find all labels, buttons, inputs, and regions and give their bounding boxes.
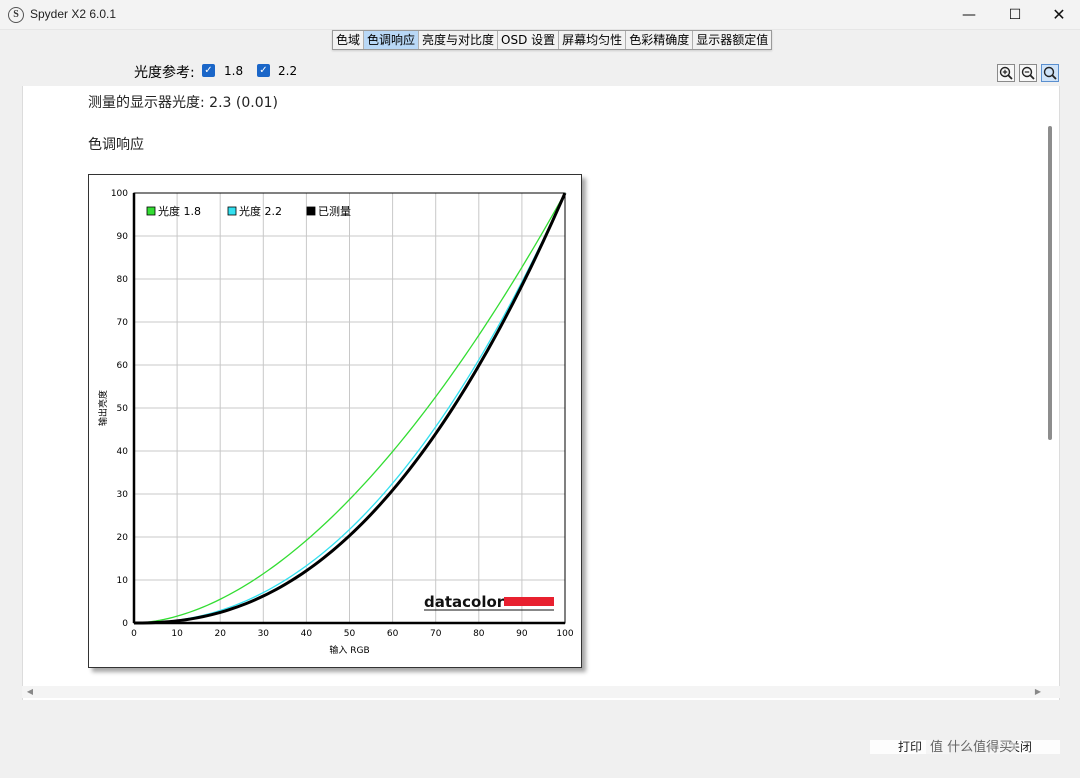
x-tick-label: 90	[516, 629, 528, 639]
zoom-in-icon	[999, 66, 1013, 80]
gamma-2-2-label: 2.2	[278, 64, 298, 78]
legend-label: 光度 2.2	[239, 204, 282, 218]
datacolor-logo: datacolor	[424, 593, 505, 611]
y-tick-label: 40	[117, 447, 129, 457]
zoom-out-icon	[1021, 66, 1035, 80]
y-tick-label: 0	[122, 619, 128, 629]
x-tick-label: 10	[171, 629, 183, 639]
tab-color-accuracy[interactable]: 色彩精确度	[626, 31, 694, 49]
y-tick-label: 60	[117, 361, 129, 371]
section-title: 色调响应	[88, 137, 144, 153]
x-tick-label: 50	[344, 629, 356, 639]
y-tick-label: 10	[117, 576, 129, 586]
watermark-text: 值 什么值得买	[926, 736, 1017, 755]
y-tick-label: 80	[117, 275, 129, 285]
x-tick-label: 0	[131, 629, 137, 639]
gamma-reference-label: 光度参考:	[134, 65, 195, 81]
tab-tone-response[interactable]: 色调响应	[364, 31, 420, 49]
vertical-scrollbar[interactable]	[1048, 126, 1052, 440]
tab-display-rating[interactable]: 显示器额定值	[693, 31, 772, 49]
legend-swatch	[146, 206, 156, 216]
gamma-1-8-label: 1.8	[224, 64, 244, 78]
x-tick-label: 20	[214, 629, 226, 639]
scroll-left-arrow-icon[interactable]: ◀	[24, 686, 36, 698]
x-tick-label: 80	[473, 629, 485, 639]
y-tick-label: 70	[117, 318, 129, 328]
legend-label: 已测量	[318, 205, 351, 218]
x-axis-label: 输入 RGB	[329, 644, 369, 656]
zoom-fit-icon	[1043, 66, 1057, 80]
gamma-1-8-checkbox[interactable]: ✓	[202, 64, 215, 77]
close-window-button[interactable]: ✕	[1036, 0, 1080, 30]
minimize-button[interactable]: —	[946, 0, 992, 30]
measured-gamma-text: 测量的显示器光度: 2.3 (0.01)	[88, 95, 278, 111]
tab-brightness-contrast[interactable]: 亮度与对比度	[419, 31, 499, 49]
x-tick-label: 70	[430, 629, 442, 639]
tab-screen-uniformity[interactable]: 屏幕均匀性	[559, 31, 627, 49]
zoom-in-button[interactable]	[997, 64, 1015, 82]
x-tick-label: 40	[301, 629, 313, 639]
tone-response-chart: 0 10 20 30 40 50 60 70 80 90 100 0 10 20 30 40 50 60 70 80 9…	[88, 174, 582, 668]
maximize-button[interactable]: ☐	[992, 0, 1038, 30]
x-tick-label: 30	[258, 629, 270, 639]
zoom-out-button[interactable]	[1019, 64, 1037, 82]
legend-swatch	[306, 206, 316, 216]
y-tick-label: 100	[111, 189, 128, 199]
tab-gamut[interactable]: 色域	[333, 31, 365, 49]
horizontal-scrollbar[interactable]	[22, 686, 1060, 698]
app-logo-icon: S	[8, 7, 24, 23]
chart-svg: 0 10 20 30 40 50 60 70 80 90 100 0 10 20 30 40 50 60 70 80 9…	[97, 189, 574, 656]
y-tick-label: 50	[117, 404, 129, 414]
y-tick-label: 90	[117, 232, 129, 242]
gamma-2-2-checkbox[interactable]: ✓	[257, 64, 270, 77]
zoom-fit-button[interactable]	[1041, 64, 1059, 82]
x-tick-label: 60	[387, 629, 399, 639]
title-bar: S Spyder X2 6.0.1 — ☐ ✕	[0, 0, 1080, 30]
datacolor-logo-bar	[504, 597, 554, 606]
tab-osd-settings[interactable]: OSD 设置	[498, 31, 560, 49]
scroll-right-arrow-icon[interactable]: ▶	[1032, 686, 1044, 698]
window-title: Spyder X2 6.0.1	[30, 7, 117, 21]
y-tick-label: 20	[117, 533, 129, 543]
report-tabs: 色域 色调响应 亮度与对比度 OSD 设置 屏幕均匀性 色彩精确度 显示器额定值	[332, 30, 773, 50]
y-axis-label: 输出亮度	[97, 390, 109, 426]
legend-swatch	[227, 206, 237, 216]
y-tick-label: 30	[117, 490, 129, 500]
legend-label: 光度 1.8	[158, 204, 201, 218]
x-tick-label: 100	[556, 629, 573, 639]
